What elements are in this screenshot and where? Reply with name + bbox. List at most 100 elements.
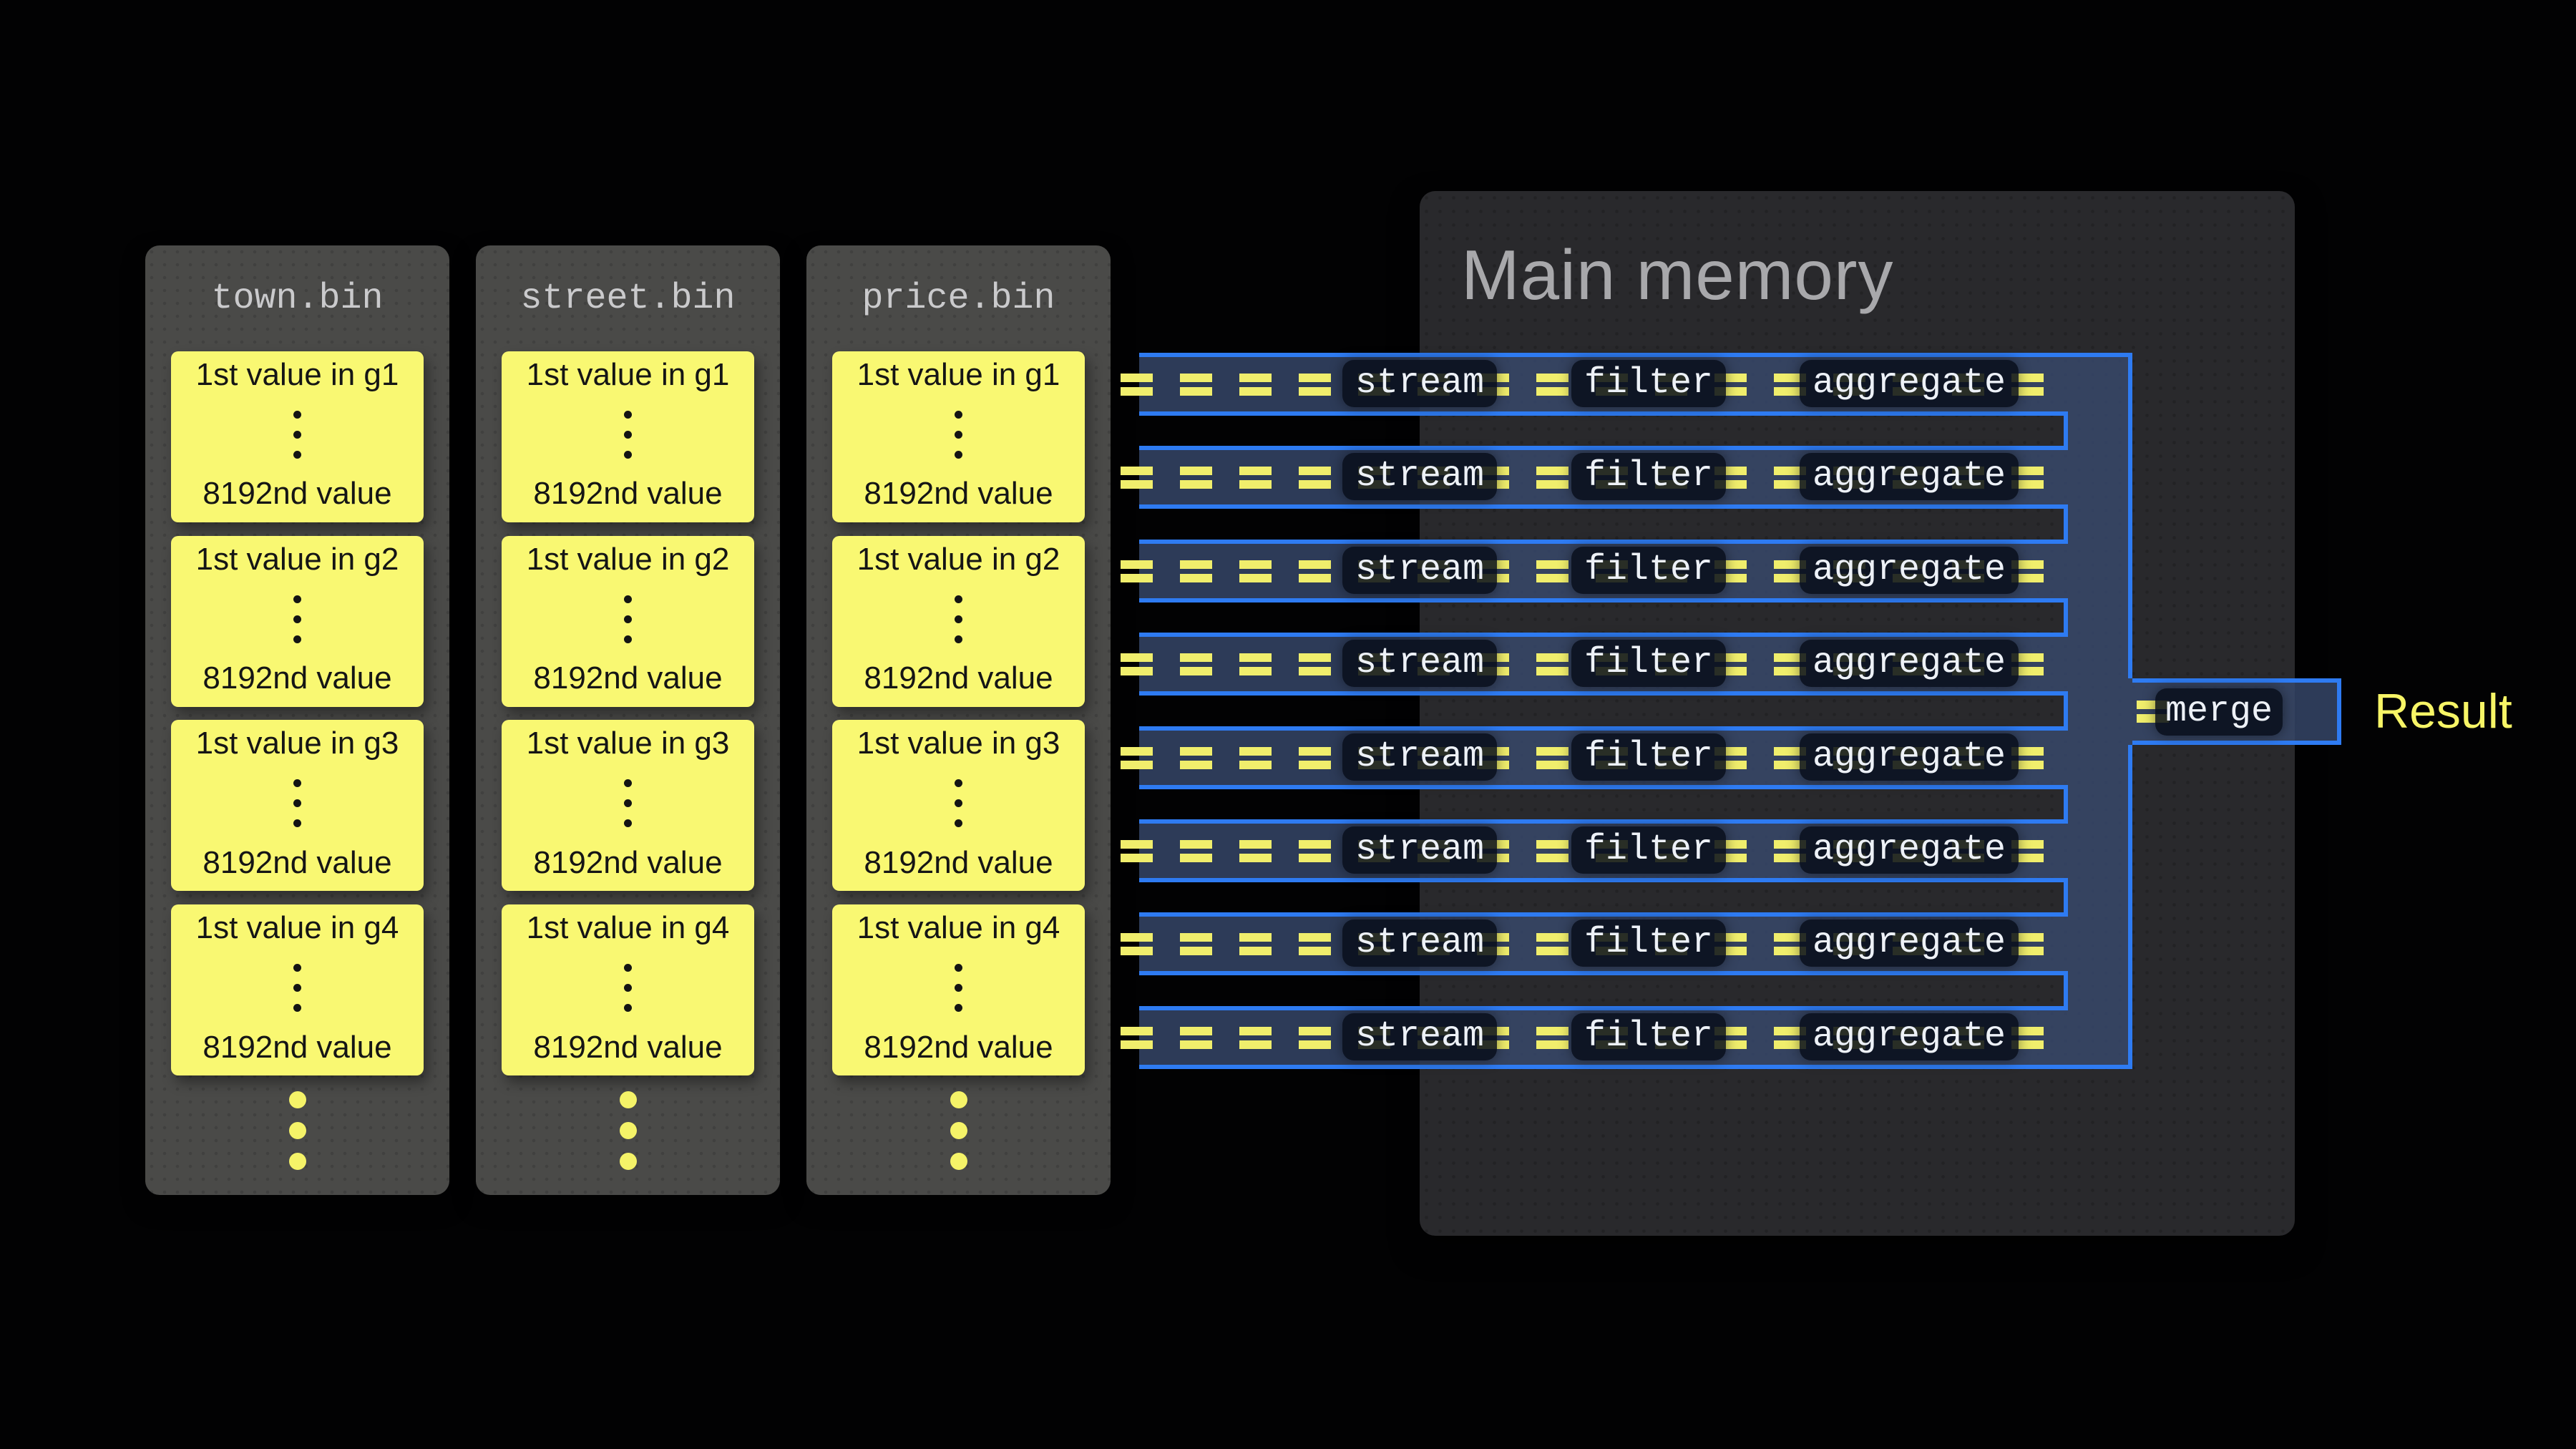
- notch-edge: [2064, 691, 2068, 730]
- aggregate-stage: aggregate: [1800, 826, 2019, 874]
- filter-stage: filter: [1571, 360, 1726, 407]
- aggregate-stage: aggregate: [1800, 1013, 2019, 1060]
- notch-edge: [2064, 878, 2068, 917]
- notch-edge: [2064, 971, 2068, 1010]
- value-card: 1st value in g4 8192nd value: [171, 904, 424, 1075]
- card-last-value: 8192nd value: [864, 476, 1053, 512]
- file-column-street: street.bin 1st value in g1 8192nd value …: [476, 245, 780, 1195]
- file-name: town.bin: [145, 245, 449, 351]
- value-card: 1st value in g2 8192nd value: [832, 536, 1085, 707]
- card-first-value: 1st value in g1: [857, 357, 1060, 394]
- file-name: street.bin: [476, 245, 780, 351]
- card-last-value: 8192nd value: [533, 476, 722, 512]
- card-first-value: 1st value in g2: [527, 542, 730, 578]
- ellipsis-dots-icon: [955, 779, 962, 827]
- value-card: 1st value in g3 8192nd value: [502, 720, 754, 891]
- stream-stage: stream: [1342, 547, 1497, 594]
- card-first-value: 1st value in g4: [196, 910, 399, 947]
- card-last-value: 8192nd value: [864, 845, 1053, 882]
- stream-stage: stream: [1342, 453, 1497, 500]
- filter-stage: filter: [1571, 640, 1726, 687]
- aggregate-stage: aggregate: [1800, 640, 2019, 687]
- card-last-value: 8192nd value: [533, 660, 722, 697]
- card-last-value: 8192nd value: [203, 476, 391, 512]
- ellipsis-dots-icon: [293, 964, 301, 1012]
- more-groups-dots-icon: [950, 1091, 967, 1170]
- value-card: 1st value in g1 8192nd value: [832, 351, 1085, 522]
- card-first-value: 1st value in g1: [196, 357, 399, 394]
- file-column-town: town.bin 1st value in g1 8192nd value 1s…: [145, 245, 449, 1195]
- filter-stage: filter: [1571, 547, 1726, 594]
- result-label: Result: [2374, 686, 2512, 737]
- stream-stage: stream: [1342, 826, 1497, 874]
- notch-edge: [2064, 785, 2068, 824]
- ellipsis-dots-icon: [624, 595, 632, 643]
- aggregate-stage: aggregate: [1800, 919, 2019, 967]
- card-first-value: 1st value in g2: [857, 542, 1060, 578]
- notch-edge: [2064, 411, 2068, 450]
- value-card: 1st value in g4 8192nd value: [832, 904, 1085, 1075]
- notch-edge: [2064, 504, 2068, 543]
- ellipsis-dots-icon: [624, 779, 632, 827]
- value-card: 1st value in g1 8192nd value: [171, 351, 424, 522]
- stream-stage: stream: [1342, 1013, 1497, 1060]
- pipeline-row: stream filter aggregate: [1139, 633, 2068, 696]
- filter-stage: filter: [1571, 919, 1726, 967]
- pipeline-row: stream filter aggregate: [1139, 353, 2068, 416]
- value-card: 1st value in g2 8192nd value: [171, 536, 424, 707]
- notch-edge: [2064, 598, 2068, 637]
- ellipsis-dots-icon: [293, 595, 301, 643]
- value-card: 1st value in g4 8192nd value: [502, 904, 754, 1075]
- card-last-value: 8192nd value: [533, 845, 722, 882]
- value-card: 1st value in g2 8192nd value: [502, 536, 754, 707]
- stream-stage: stream: [1342, 919, 1497, 967]
- card-last-value: 8192nd value: [864, 1030, 1053, 1066]
- merge-band: merge: [2132, 678, 2341, 745]
- spine-border-top: [2128, 353, 2132, 678]
- filter-stage: filter: [1571, 733, 1726, 781]
- ellipsis-dots-icon: [955, 411, 962, 459]
- main-memory-title: Main memory: [1461, 237, 1894, 314]
- more-groups-dots-icon: [620, 1091, 637, 1170]
- pipeline-row: stream filter aggregate: [1139, 540, 2068, 602]
- stream-stage: stream: [1342, 640, 1497, 687]
- collector-spine: [2068, 353, 2132, 1069]
- pipeline-row: stream filter aggregate: [1139, 819, 2068, 882]
- card-first-value: 1st value in g2: [196, 542, 399, 578]
- card-first-value: 1st value in g3: [527, 726, 730, 762]
- aggregate-stage: aggregate: [1800, 547, 2019, 594]
- card-last-value: 8192nd value: [533, 1030, 722, 1066]
- stream-stage: stream: [1342, 733, 1497, 781]
- card-first-value: 1st value in g3: [857, 726, 1060, 762]
- card-last-value: 8192nd value: [203, 660, 391, 697]
- merge-stage: merge: [2155, 688, 2283, 736]
- value-card: 1st value in g3 8192nd value: [171, 720, 424, 891]
- more-groups-dots-icon: [289, 1091, 306, 1170]
- filter-stage: filter: [1571, 826, 1726, 874]
- ellipsis-dots-icon: [955, 964, 962, 1012]
- card-last-value: 8192nd value: [203, 1030, 391, 1066]
- ellipsis-dots-icon: [293, 779, 301, 827]
- card-first-value: 1st value in g1: [527, 357, 730, 394]
- value-card: 1st value in g3 8192nd value: [832, 720, 1085, 891]
- value-card: 1st value in g1 8192nd value: [502, 351, 754, 522]
- file-name: price.bin: [806, 245, 1111, 351]
- stream-stage: stream: [1342, 360, 1497, 407]
- file-column-price: price.bin 1st value in g1 8192nd value 1…: [806, 245, 1111, 1195]
- pipeline-row: stream filter aggregate: [1139, 912, 2068, 975]
- pipeline-row: stream filter aggregate: [1139, 446, 2068, 509]
- card-last-value: 8192nd value: [203, 845, 391, 882]
- filter-stage: filter: [1571, 1013, 1726, 1060]
- spine-border-bottom: [2128, 745, 2132, 1069]
- card-first-value: 1st value in g3: [196, 726, 399, 762]
- ellipsis-dots-icon: [293, 411, 301, 459]
- card-first-value: 1st value in g4: [527, 910, 730, 947]
- aggregate-stage: aggregate: [1800, 733, 2019, 781]
- ellipsis-dots-icon: [624, 411, 632, 459]
- ellipsis-dots-icon: [955, 595, 962, 643]
- aggregate-stage: aggregate: [1800, 360, 2019, 407]
- aggregate-stage: aggregate: [1800, 453, 2019, 500]
- ellipsis-dots-icon: [624, 964, 632, 1012]
- card-first-value: 1st value in g4: [857, 910, 1060, 947]
- pipeline-row: stream filter aggregate: [1139, 1006, 2068, 1069]
